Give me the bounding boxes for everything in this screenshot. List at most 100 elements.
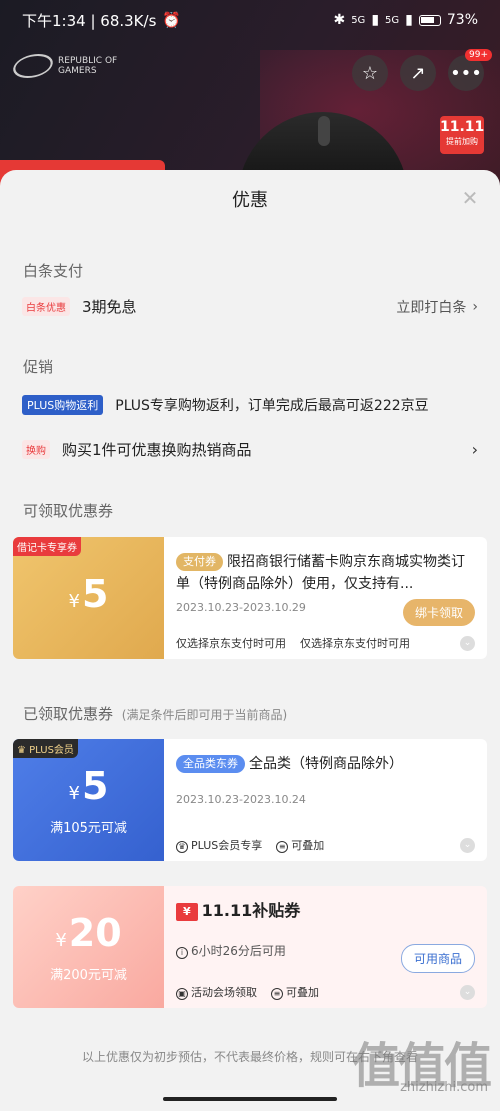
signal-bars-icon-2: ▮: [405, 12, 413, 28]
brand-logo: REPUBLIC OF GAMERS: [8, 54, 138, 78]
baitiao-section-title: 白条支付: [23, 262, 84, 280]
baitiao-row[interactable]: 白条优惠 3期免息 立即打白条 ›: [0, 296, 500, 317]
top-actions: ☆ ↗ ••• 99+: [352, 49, 492, 91]
coupon-amount-value: 5: [82, 763, 109, 808]
home-indicator[interactable]: [163, 1097, 337, 1101]
coupon-title: 支付券 限招商银行储蓄卡购京东商城实物类订单（特例商品除外）使用，仅支持有...: [176, 551, 475, 595]
coupon-currency: ¥: [68, 591, 80, 612]
coupon-condition: 满200元可减: [50, 967, 127, 983]
promotion-section-title: 促销: [23, 358, 54, 376]
coupon-currency: ¥: [55, 929, 67, 951]
stack-icon: ≡: [276, 840, 289, 853]
coupon-foot-1-text: 活动会场领取: [191, 986, 257, 999]
signal-2: 5G: [385, 14, 400, 26]
coupon-foot-1-text: PLUS会员专享: [191, 839, 263, 852]
coupon-foot-1: 仅选择京东支付时可用: [176, 637, 286, 650]
coupon-foot-2-text: 可叠加: [291, 839, 325, 852]
claimed-coupon-1111: ¥20 满200元可减 ¥11.11补贴券 i 6小时26分后可用 可用商品 ▣ 活…: [13, 886, 487, 1008]
plus-corner-text: PLUS会员: [29, 745, 74, 756]
favorite-star-button[interactable]: ☆: [352, 55, 388, 91]
coupon-type-tag: 支付券: [176, 553, 223, 571]
coupon-footer: 仅选择京东支付时可用 仅选择京东支付时可用 ⌄: [176, 635, 475, 651]
info-icon: i: [176, 946, 188, 959]
star-icon: ☆: [361, 62, 379, 84]
expand-chevron-icon[interactable]: ⌄: [460, 984, 475, 1000]
claimed-section-note: (满足条件后即可用于当前商品): [121, 708, 288, 722]
promotion-item-exchange[interactable]: 换购 购买1件可优惠换购热销商品 ›: [0, 439, 500, 460]
baitiao-text: 3期免息: [82, 298, 137, 316]
coupon-left-panel: 借记卡专享券 ¥5: [13, 537, 164, 659]
coupon-amount: ¥5: [69, 573, 109, 623]
brand-logo-text: REPUBLIC OF GAMERS: [58, 56, 118, 76]
alarm-icon: ⏰: [162, 11, 182, 29]
claimable-coupon: 借记卡专享券 ¥5 支付券 限招商银行储蓄卡购京东商城实物类订单（特例商品除外）使…: [13, 537, 487, 659]
coupon-amount-value: 5: [82, 572, 109, 616]
coupon-footer: ▣ 活动会场领取 ≡ 可叠加 ⌄: [176, 984, 475, 1000]
coupon-right-panel: 全品类东券 全品类（特例商品除外） 2023.10.23-2023.10.24 ♛…: [164, 739, 487, 861]
coupon-type-tag: 全品类东券: [176, 755, 245, 773]
applicable-goods-button[interactable]: 可用商品: [400, 944, 475, 973]
claimed-section-title: 已领取优惠券 (满足条件后即可用于当前商品): [0, 703, 287, 724]
coupon-foot-1: ♛ PLUS会员专享: [176, 837, 262, 853]
coupon-title-text: 全品类（特例商品除外）: [249, 756, 403, 772]
baitiao-action-link[interactable]: 立即打白条 ›: [396, 297, 478, 317]
coupon-currency: ¥: [68, 782, 80, 804]
signal-1: 5G: [351, 14, 366, 26]
coupon-right-panel: 支付券 限招商银行储蓄卡购京东商城实物类订单（特例商品除外）使用，仅支持有... …: [164, 537, 487, 659]
coupon-date: 2023.10.23-2023.10.24: [176, 793, 306, 806]
coupon-foot-1: ▣ 活动会场领取: [176, 984, 257, 1000]
bluetooth-icon: ✱: [333, 12, 346, 28]
coupon-amount-value: 20: [68, 910, 122, 955]
chevron-right-icon: ›: [471, 440, 478, 459]
status-right: ✱ 5G ▮ 5G ▮ 73%: [333, 12, 478, 28]
plus-member-corner-tag: ♛ PLUS会员: [13, 739, 78, 758]
plus-rebate-text: PLUS专享购物返利，订单完成后最高可返222京豆: [115, 398, 429, 414]
expand-chevron-icon[interactable]: ⌄: [460, 837, 475, 853]
coupon-amount: ¥20: [55, 912, 121, 962]
bind-card-claim-button[interactable]: 绑卡领取: [402, 599, 475, 626]
chevron-right-icon: ›: [472, 298, 478, 315]
baitiao-chip: 白条优惠: [22, 297, 70, 316]
coupon-amount: ¥5: [69, 765, 109, 815]
yen-icon: ¥: [176, 903, 198, 921]
expand-chevron-icon[interactable]: ⌄: [460, 635, 475, 651]
baitiao-action-label: 立即打白条: [396, 299, 467, 316]
coupon-foot-2: ≡ 可叠加: [276, 837, 324, 853]
coupon-title: ¥11.11补贴券: [176, 900, 475, 922]
battery-level: 73%: [446, 12, 478, 28]
more-button[interactable]: ••• 99+: [448, 49, 492, 91]
status-time-speed: 下午1:34 | 68.3K/s: [22, 11, 157, 30]
claimed-coupon-plus: ♛ PLUS会员 ¥5 满105元可减 全品类东券 全品类（特例商品除外） 202…: [13, 739, 487, 861]
plus-rebate-chip: PLUS购物返利: [22, 395, 104, 415]
venue-icon: ▣: [176, 987, 188, 1000]
battery-icon: [418, 14, 441, 26]
mouse-wheel: [318, 116, 330, 146]
coupon-foot-2: ≡ 可叠加: [271, 984, 319, 1000]
status-bar: 下午1:34 | 68.3K/s ⏰ ✱ 5G ▮ 5G ▮ 73%: [0, 0, 500, 40]
share-button[interactable]: ↗: [400, 55, 436, 91]
exchange-text: 购买1件可优惠换购热销商品: [62, 441, 252, 459]
coupon-footer: ♛ PLUS会员专享 ≡ 可叠加 ⌄: [176, 837, 475, 853]
coupon-left-panel: ¥20 满200元可减: [13, 886, 164, 1008]
claimable-section-title: 可领取优惠券: [23, 502, 114, 520]
promo-tag-sub: 提前加购: [446, 137, 478, 146]
sheet-header: 优惠 ✕: [0, 170, 500, 228]
claimed-title-text: 已领取优惠券: [23, 705, 114, 723]
coupon-corner-tag: 借记卡专享券: [13, 537, 81, 556]
coupon-brand-text: 11.11补贴券: [201, 901, 301, 920]
message-badge: 99+: [465, 49, 492, 61]
share-icon: ↗: [410, 62, 426, 84]
promo-1111-tag[interactable]: 11.11 提前加购: [440, 116, 484, 154]
watermark-url: zhizhizhi.com: [400, 1080, 488, 1095]
signal-bars-icon: ▮: [371, 12, 380, 28]
coupon-foot-2: 仅选择京东支付时可用: [300, 637, 410, 650]
exchange-chip: 换购: [22, 440, 50, 459]
promotion-item-plus: PLUS购物返利 PLUS专享购物返利，订单完成后最高可返222京豆: [0, 395, 500, 415]
close-icon[interactable]: ✕: [460, 188, 480, 208]
sheet-title: 优惠: [232, 190, 268, 211]
coupon-right-panel: ¥11.11补贴券 i 6小时26分后可用 可用商品 ▣ 活动会场领取 ≡ 可叠加 ⌄: [164, 886, 487, 1008]
stack-icon: ≡: [271, 987, 283, 1000]
coupon-left-panel: ♛ PLUS会员 ¥5 满105元可减: [13, 739, 164, 861]
rog-eye-icon: [8, 54, 58, 78]
coupon-foot-2-text: 可叠加: [286, 986, 319, 999]
